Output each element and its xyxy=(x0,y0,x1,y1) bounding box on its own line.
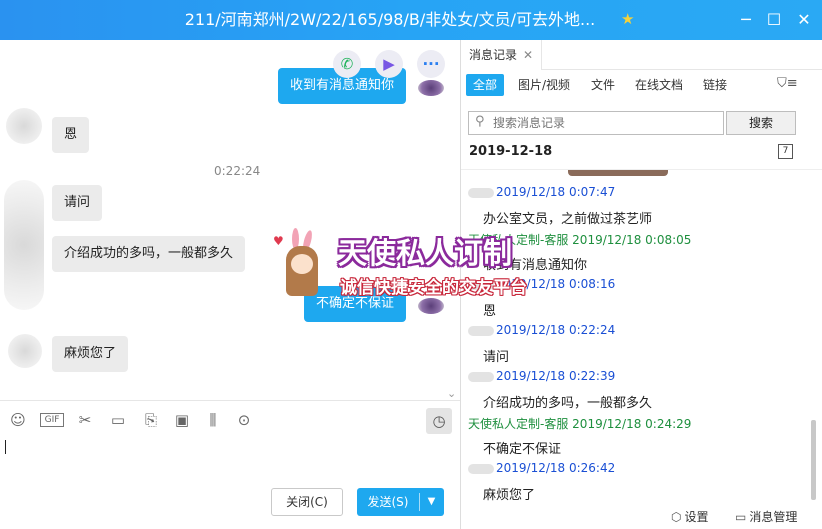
filter-files[interactable]: 文件 xyxy=(584,74,622,96)
message-bubble-in[interactable]: 麻烦您了 xyxy=(52,336,129,372)
maximize-button[interactable]: ☐ xyxy=(760,6,788,34)
watermark: ♥ 天使私人订制 诚信快捷安全的交友平台 xyxy=(270,228,560,308)
tab-label: 消息记录 xyxy=(469,48,518,62)
clock-icon[interactable]: ◷ xyxy=(426,408,452,434)
image-icon[interactable]: ▣ xyxy=(172,410,192,430)
avatar xyxy=(8,334,42,368)
scissors-icon[interactable]: ✂ xyxy=(75,410,95,430)
scrollbar[interactable] xyxy=(811,420,816,500)
star-icon[interactable]: ★ xyxy=(621,10,634,28)
history-footer: ⬡ 设置 ▭ 消息管理 xyxy=(461,504,822,529)
search-input[interactable] xyxy=(493,115,719,131)
history-meta: 2019/12/18 0:07:47 xyxy=(468,185,615,199)
filter-media[interactable]: 图片/视频 xyxy=(511,74,577,96)
filter-links[interactable]: 链接 xyxy=(696,74,734,96)
settings-button[interactable]: ⬡ 设置 xyxy=(671,508,709,525)
history-meta: 2019/12/18 0:22:39 xyxy=(468,369,615,383)
search-field[interactable]: ⚲ xyxy=(468,111,724,135)
close-icon[interactable]: ✕ xyxy=(523,48,533,62)
more-icon[interactable]: ⊙ xyxy=(234,410,254,430)
mascot-image xyxy=(282,228,322,300)
filter-icon[interactable]: ⛉≡ xyxy=(777,76,798,91)
message-bubble-in[interactable]: 恩 xyxy=(52,117,90,153)
message-list[interactable]: 收到有消息通知你 恩 0:22:24 请问 介绍成功的多吗，一般都多久 不确定不… xyxy=(0,40,460,400)
history-meta: 天使私人定制-客服 2019/12/18 0:24:29 xyxy=(468,417,692,431)
blurred-sender xyxy=(468,371,494,382)
watermark-title: 天使私人订制 xyxy=(338,236,513,270)
phone-call-button[interactable]: ✆ xyxy=(333,50,361,78)
minimize-button[interactable]: ─ xyxy=(732,6,760,34)
avatar xyxy=(418,80,444,96)
blurred-sender xyxy=(468,463,494,474)
message-bubble-in[interactable]: 请问 xyxy=(52,185,103,221)
date-header: 2019-12-18 xyxy=(469,144,553,159)
history-meta: 2019/12/18 0:22:24 xyxy=(468,323,615,337)
history-message: 办公室文员，之前做过茶艺师 xyxy=(483,212,653,227)
calendar-icon[interactable]: 7 xyxy=(778,144,793,159)
file-share-icon[interactable]: ⎘ xyxy=(141,410,161,430)
emoji-icon[interactable]: ☺ xyxy=(8,410,28,430)
window-title: 211/河南郑州/2W/22/165/98/B/非处女/文员/可去外地... xyxy=(184,10,596,29)
message-icon: ▭ xyxy=(735,510,747,524)
title-bar: 211/河南郑州/2W/22/165/98/B/非处女/文员/可去外地... ★… xyxy=(0,0,822,40)
watermark-subtitle: 诚信快捷安全的交友平台 xyxy=(340,278,527,298)
avatar xyxy=(6,108,42,144)
message-manage-button[interactable]: ▭ 消息管理 xyxy=(735,508,797,525)
chevron-down-icon[interactable]: ▼ xyxy=(419,488,444,516)
close-window-button[interactable]: ✕ xyxy=(790,6,818,34)
blurred-sender xyxy=(468,325,494,336)
tab-message-history[interactable]: 消息记录 ✕ xyxy=(461,40,543,70)
shake-icon[interactable]: ⫼ xyxy=(203,410,223,430)
gif-icon[interactable]: GIF xyxy=(40,413,64,427)
history-message: 介绍成功的多吗，一般都多久 xyxy=(483,396,653,411)
search-icon: ⚲ xyxy=(475,114,485,129)
video-call-button[interactable]: ▶ xyxy=(375,50,403,78)
send-button[interactable]: 发送(S) ▼ xyxy=(357,488,444,516)
image-thumbnail[interactable] xyxy=(568,170,668,176)
send-label: 发送(S) xyxy=(367,495,409,509)
folder-icon[interactable]: ▭ xyxy=(108,410,128,430)
search-button[interactable]: 搜索 xyxy=(726,111,796,135)
chevron-down-icon[interactable]: ⌄ xyxy=(447,387,456,400)
history-tab-bar: 消息记录 ✕ xyxy=(461,40,822,70)
filter-all[interactable]: 全部 xyxy=(466,74,505,96)
gear-icon: ⬡ xyxy=(671,510,682,524)
text-caret xyxy=(5,440,6,454)
history-message: 请问 xyxy=(483,350,510,365)
history-meta: 2019/12/18 0:26:42 xyxy=(468,461,615,475)
avatar xyxy=(4,180,44,310)
blurred-sender xyxy=(468,187,494,198)
message-timestamp: 0:22:24 xyxy=(214,164,261,178)
filter-docs[interactable]: 在线文档 xyxy=(628,74,690,96)
input-toolbar: ☺ GIF ✂ ▭ ⎘ ▣ ⫼ ⊙ xyxy=(0,400,460,438)
history-message: 不确定不保证 xyxy=(483,442,562,457)
close-button[interactable]: 关闭(C) xyxy=(271,488,343,516)
more-options-button[interactable]: ··· xyxy=(417,50,445,78)
message-bubble-in[interactable]: 介绍成功的多吗，一般都多久 xyxy=(52,236,246,272)
filter-bar: 全部 图片/视频 文件 在线文档 链接 ⛉≡ xyxy=(461,74,822,98)
history-message: 麻烦您了 xyxy=(483,488,536,503)
